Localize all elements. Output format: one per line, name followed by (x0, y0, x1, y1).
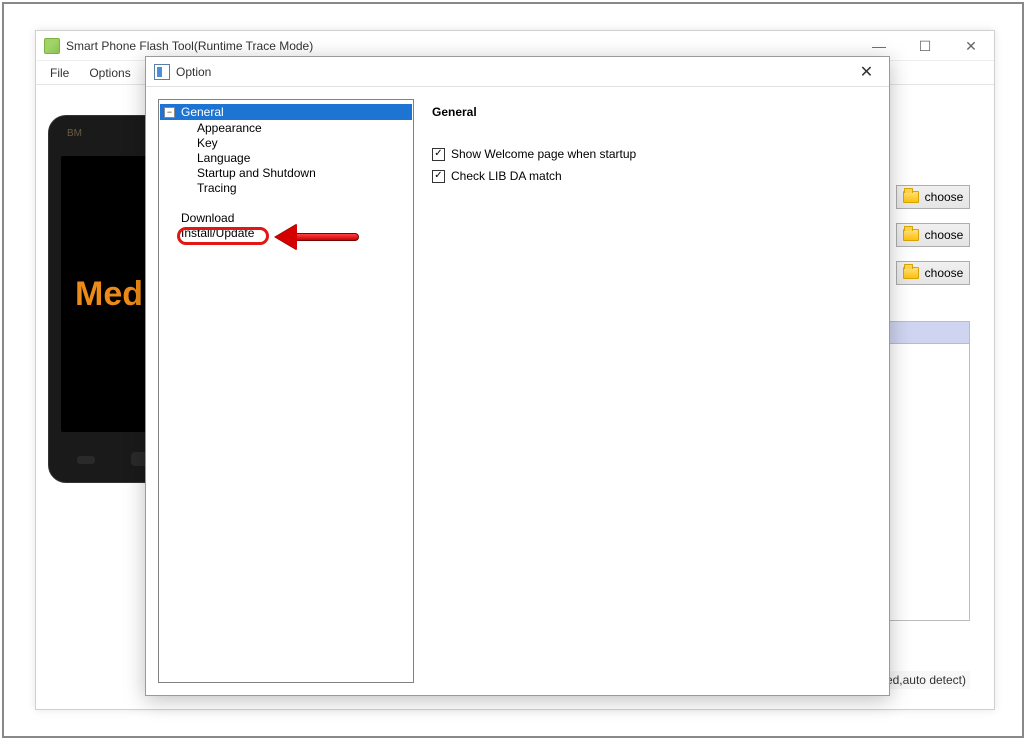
tree-item-obscured[interactable] (159, 195, 413, 210)
choose-button-2[interactable]: choose (896, 223, 970, 247)
folder-icon (903, 191, 919, 203)
choose-button-1[interactable]: choose (896, 185, 970, 209)
app-icon (44, 38, 60, 54)
right-heading: General (432, 105, 877, 119)
tree-label-general: General (179, 105, 412, 119)
tree-item-startup-shutdown[interactable]: Startup and Shutdown (181, 165, 413, 180)
tree-item-install-update[interactable]: Install/Update (159, 225, 413, 240)
choose-label: choose (925, 228, 964, 242)
side-panel-header (885, 322, 969, 344)
tree-item-appearance[interactable]: Appearance (181, 120, 413, 135)
tree-node-general[interactable]: − General (160, 104, 412, 120)
maximize-button[interactable]: ☐ (902, 31, 948, 61)
phone-text: Medi (75, 275, 152, 314)
folder-icon (903, 229, 919, 241)
collapse-icon[interactable]: − (164, 107, 175, 118)
choose-buttons-column: choose choose choose (896, 185, 970, 285)
checkbox-libda[interactable]: ✓ (432, 170, 445, 183)
options-tree[interactable]: − General Appearance Key Language Startu… (158, 99, 414, 683)
choose-label: choose (925, 266, 964, 280)
checkbox-label-welcome: Show Welcome page when startup (451, 147, 636, 161)
tree-item-tracing[interactable]: Tracing (181, 180, 413, 195)
phone-capacitive-left (77, 456, 95, 464)
menu-file[interactable]: File (40, 64, 79, 82)
side-panel (884, 321, 970, 621)
checkbox-label-libda: Check LIB DA match (451, 169, 562, 183)
menu-options[interactable]: Options (79, 64, 140, 82)
tree-item-download[interactable]: Download (159, 210, 413, 225)
dialog-titlebar: Option ✕ (146, 57, 889, 87)
phone-brand-label: BM (67, 128, 82, 139)
main-title: Smart Phone Flash Tool(Runtime Trace Mod… (66, 39, 313, 53)
tree-item-language[interactable]: Language (181, 150, 413, 165)
checkbox-welcome[interactable]: ✓ (432, 148, 445, 161)
dialog-title: Option (176, 65, 211, 79)
dialog-right-pane: General ✓ Show Welcome page when startup… (432, 99, 877, 683)
checkbox-row-libda: ✓ Check LIB DA match (432, 169, 877, 183)
choose-button-3[interactable]: choose (896, 261, 970, 285)
dialog-icon (154, 64, 170, 80)
dialog-close-button[interactable]: ✕ (844, 57, 889, 87)
option-dialog: Option ✕ − General Appearance Key Langua… (145, 56, 890, 696)
tree-item-key[interactable]: Key (181, 135, 413, 150)
checkbox-row-welcome: ✓ Show Welcome page when startup (432, 147, 877, 161)
tree-children-general: Appearance Key Language Startup and Shut… (159, 120, 413, 195)
choose-label: choose (925, 190, 964, 204)
close-button[interactable]: ✕ (948, 31, 994, 61)
folder-icon (903, 267, 919, 279)
dialog-body: − General Appearance Key Language Startu… (146, 87, 889, 695)
